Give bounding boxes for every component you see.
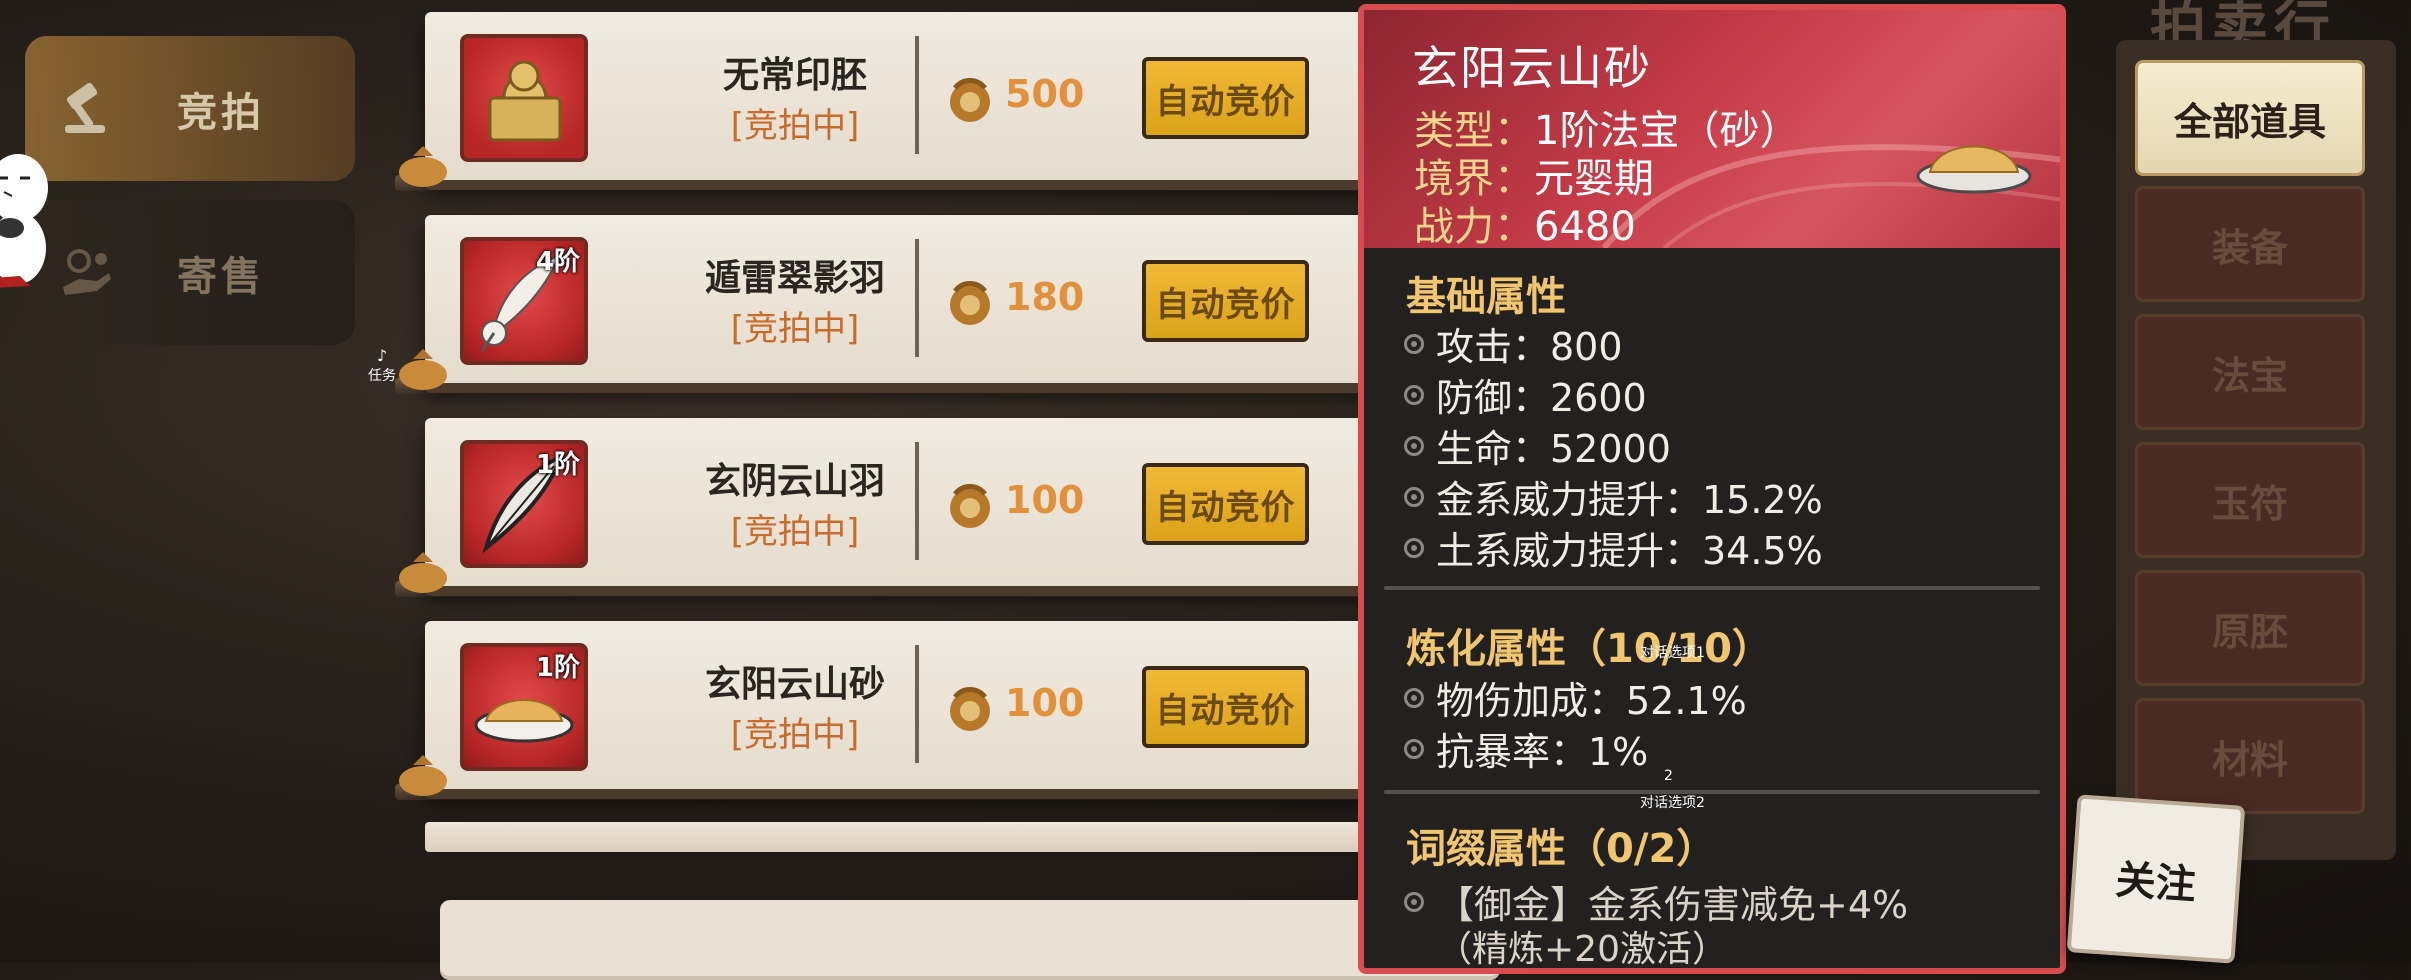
seal-icon (460, 34, 588, 162)
coin-icon (950, 484, 990, 528)
item-status: [竞拍中] (730, 715, 860, 755)
dialog-option-2-number: 2 (1664, 768, 1673, 784)
auction-row[interactable]: 无常印胚 [竞拍中] 500 自动竞价 (399, 12, 1385, 187)
category-tab-talisman[interactable]: 玉符 (2135, 442, 2365, 558)
list-footer-shelf (425, 822, 1385, 852)
gavel-icon (55, 77, 119, 141)
tier-badge: 1阶 (535, 653, 580, 683)
category-tab-material[interactable]: 材料 (2135, 698, 2365, 814)
sidebar-item-auction[interactable]: 竞拍 (25, 36, 355, 181)
sand-plate-icon (1916, 145, 2032, 194)
bullet-icon (1404, 486, 1424, 507)
music-note-icon: ♪ (376, 346, 388, 365)
attribute-line: 金系威力提升：15.2% (1404, 469, 1823, 524)
row-divider (915, 442, 919, 560)
auto-bid-button[interactable]: 自动竞价 (1142, 260, 1309, 342)
item-tooltip: 玄阳云山砂 类型：1阶法宝（砂） 境界：元婴期 战力：6480 基础属性 攻击：… (1358, 4, 2066, 974)
row-divider (915, 239, 919, 357)
coin-icon (950, 78, 990, 122)
attribute-line: 生命：52000 (1404, 418, 1671, 473)
auction-row[interactable]: 1阶 玄阴云山羽 [竞拍中] 100 自动竞价 (399, 418, 1385, 593)
cat-mascot-icon[interactable] (0, 148, 56, 292)
tooltip-title: 玄阳云山砂 (1412, 41, 1652, 95)
category-tab-treasure[interactable]: 法宝 (2135, 314, 2365, 430)
bullet-icon (1404, 537, 1424, 558)
section-divider (1384, 790, 2040, 794)
tooltip-power: 战力：6480 (1414, 204, 1636, 250)
category-tab-embryo[interactable]: 原胚 (2135, 570, 2365, 686)
attribute-line: 攻击：800 (1404, 316, 1623, 371)
affix-note: （精炼+20激活） (1436, 929, 1728, 970)
auto-bid-button[interactable]: 自动竞价 (1142, 463, 1309, 545)
money-bag-icon (399, 349, 447, 390)
hand-money-icon (55, 241, 119, 305)
bullet-icon (1404, 891, 1424, 912)
sidebar-item-label: 寄售 (177, 253, 265, 300)
price-value: 180 (1005, 275, 1085, 319)
money-bag-icon (399, 755, 447, 796)
price-value: 100 (1005, 478, 1085, 522)
dialog-option-1-label[interactable]: 对话选项1 (1640, 642, 1705, 662)
sand-plate-icon: 1阶 (460, 643, 588, 771)
item-name: 无常印胚 (722, 55, 867, 96)
item-status: [竞拍中] (730, 106, 860, 146)
price-value: 500 (1005, 72, 1085, 116)
tier-badge: 4阶 (535, 247, 580, 277)
item-status: [竞拍中] (730, 309, 860, 349)
task-button[interactable]: ♪ 任务 (368, 346, 396, 385)
attribute-line: 抗暴率：1% (1404, 721, 1648, 776)
item-name: 玄阳云山砂 (704, 664, 885, 705)
item-name: 遁雷翠影羽 (704, 258, 885, 299)
tooltip-header: 玄阳云山砂 类型：1阶法宝（砂） 境界：元婴期 战力：6480 (1364, 10, 2060, 250)
bullet-icon (1404, 738, 1424, 759)
base-attributes-title: 基础属性 (1406, 274, 1566, 320)
category-tab-all[interactable]: 全部道具 (2135, 60, 2365, 176)
refine-attributes-title: 炼化属性（10/10） (1406, 626, 1772, 672)
notice-bar (440, 900, 1500, 980)
section-divider (1384, 586, 2040, 590)
dialog-option-2-label[interactable]: 对话选项2 (1640, 792, 1705, 812)
bullet-icon (1404, 435, 1424, 456)
item-status: [竞拍中] (730, 512, 860, 552)
attribute-line: 土系威力提升：34.5% (1404, 520, 1823, 575)
coin-icon (950, 281, 990, 325)
row-divider (915, 645, 919, 763)
sidebar-item-label: 竞拍 (177, 89, 265, 136)
task-label: 任务 (368, 368, 396, 384)
bullet-icon (1404, 384, 1424, 405)
tier-badge: 1阶 (535, 450, 580, 480)
item-name: 玄阴云山羽 (704, 461, 885, 502)
auto-bid-button[interactable]: 自动竞价 (1142, 666, 1309, 748)
bullet-icon (1404, 687, 1424, 708)
attribute-line: 防御：2600 (1404, 367, 1647, 422)
attribute-line: 物伤加成：52.1% (1404, 670, 1747, 725)
coin-icon (950, 687, 990, 731)
follow-button[interactable]: 关注 (2066, 794, 2246, 964)
money-bag-icon (399, 552, 447, 593)
auction-row[interactable]: 1阶 玄阳云山砂 [竞拍中] 100 自动竞价 (399, 621, 1385, 796)
row-divider (915, 36, 919, 154)
price-value: 100 (1005, 681, 1085, 725)
money-bag-icon (399, 146, 447, 187)
sidebar-item-consign[interactable]: 寄售 (25, 200, 355, 345)
auto-bid-button[interactable]: 自动竞价 (1142, 57, 1309, 139)
category-tab-equipment[interactable]: 装备 (2135, 186, 2365, 302)
feather-icon: 1阶 (460, 440, 588, 568)
affix-attributes-title: 词缀属性（0/2） (1406, 826, 1717, 872)
auction-row[interactable]: 4阶 遁雷翠影羽 [竞拍中] 180 自动竞价 (399, 215, 1385, 390)
bullet-icon (1404, 333, 1424, 354)
feather-icon: 4阶 (460, 237, 588, 365)
